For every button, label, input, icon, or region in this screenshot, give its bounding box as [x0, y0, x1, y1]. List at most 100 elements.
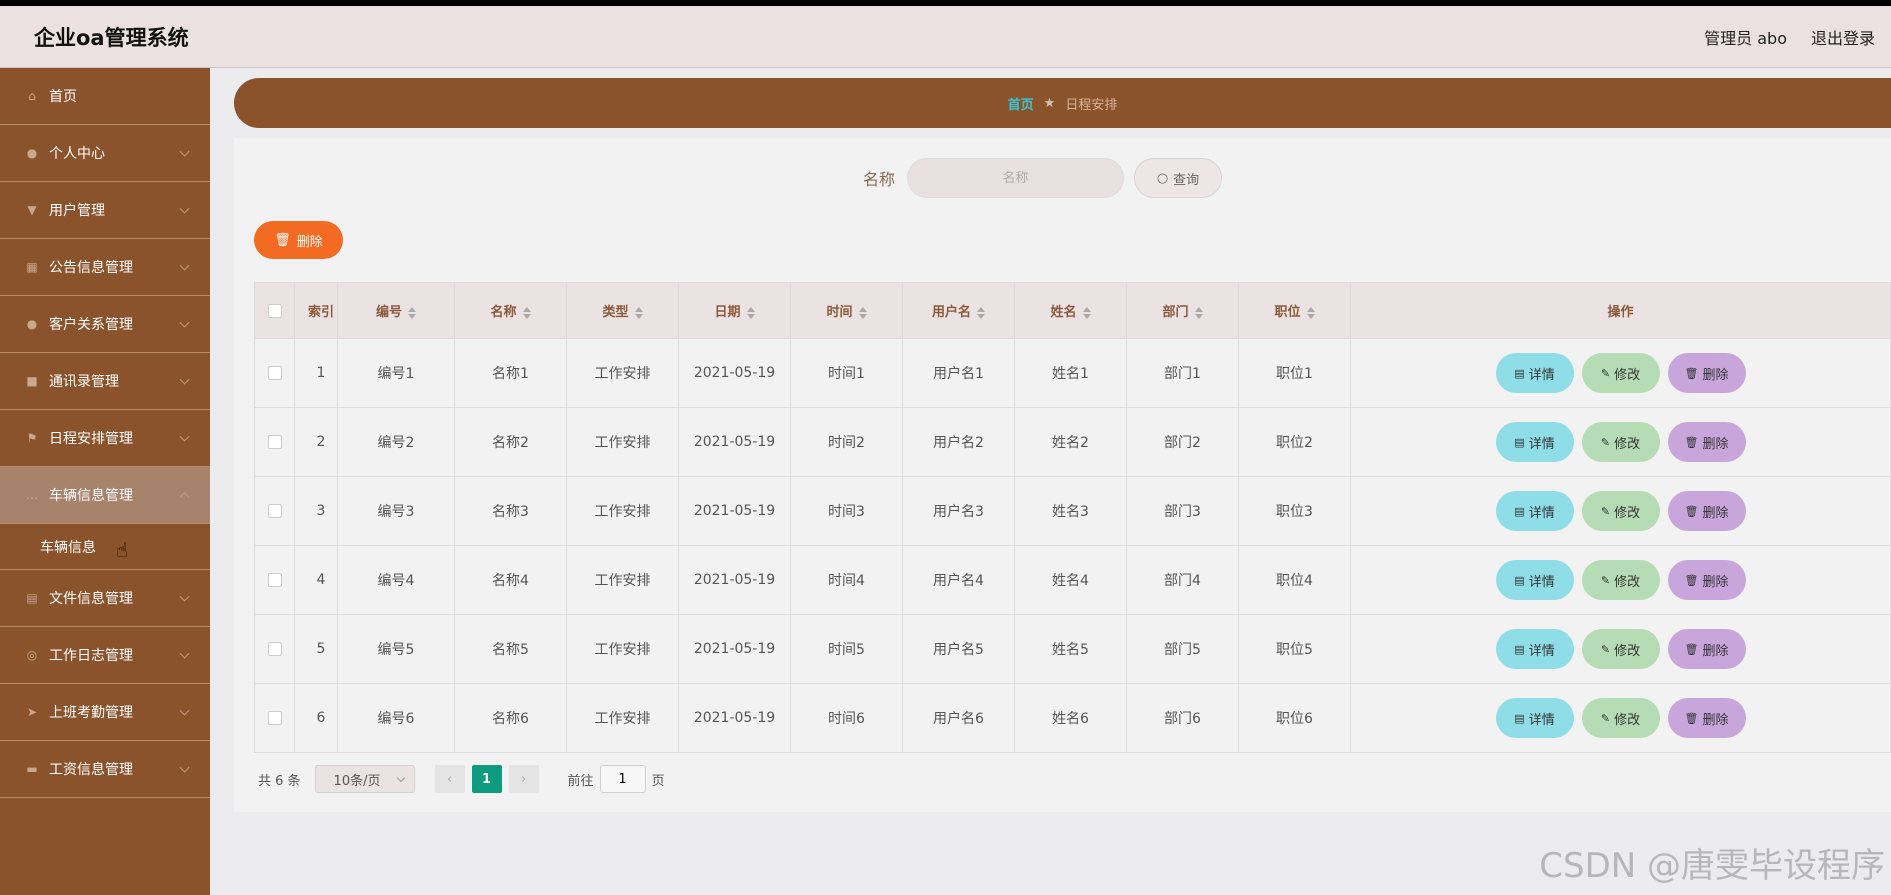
- detail-button[interactable]: ▤ 详情: [1495, 560, 1574, 600]
- trash-icon: 🗑: [1684, 573, 1699, 587]
- search-input[interactable]: [907, 158, 1124, 198]
- select-all-cell: [254, 282, 295, 339]
- col-date[interactable]: 日期: [678, 282, 791, 339]
- chevron-left-icon: ‹: [446, 771, 453, 787]
- sidebar-item-label: 文件信息管理: [49, 591, 133, 607]
- sort-icon[interactable]: [858, 306, 867, 319]
- delete-button[interactable]: 🗑 删除: [1667, 560, 1746, 600]
- table-cell: 编号2: [337, 407, 455, 477]
- row-checkbox[interactable]: [267, 711, 282, 725]
- sidebar-item-home[interactable]: ⌂ 首页: [0, 68, 210, 125]
- row-actions: ▤ 详情 ✎ 修改 🗑 删除: [1350, 683, 1891, 753]
- delete-button[interactable]: 🗑 删除: [1667, 422, 1746, 462]
- detail-label: 详情: [1528, 436, 1555, 452]
- chat-icon: …: [26, 488, 38, 502]
- detail-button[interactable]: ▤ 详情: [1495, 491, 1574, 531]
- sort-icon[interactable]: [1082, 306, 1091, 319]
- table-cell: 时间6: [790, 683, 903, 753]
- bulk-delete-label: 删除: [296, 234, 323, 250]
- sidebar-item-worklog[interactable]: ◎ 工作日志管理: [0, 627, 210, 684]
- sidebar-item-schedule[interactable]: ⚑ 日程安排管理: [0, 410, 210, 467]
- prev-page-button[interactable]: ‹: [434, 765, 465, 793]
- bulk-delete-button[interactable]: 🗑 删除: [254, 221, 343, 259]
- table-cell: 姓名6: [1014, 683, 1127, 753]
- row-checkbox[interactable]: [267, 504, 282, 518]
- col-code[interactable]: 编号: [337, 282, 455, 339]
- document-icon: ▤: [1514, 435, 1525, 449]
- edit-button[interactable]: ✎ 修改: [1581, 629, 1660, 669]
- submenu-vehicle-info[interactable]: 车辆信息: [0, 524, 210, 570]
- table-cell: 名称3: [454, 476, 567, 546]
- sidebar-item-profile[interactable]: ● 个人中心: [0, 125, 210, 182]
- row-checkbox[interactable]: [267, 642, 282, 656]
- table-cell: 职位1: [1238, 338, 1351, 408]
- delete-button[interactable]: 🗑 删除: [1667, 491, 1746, 531]
- next-page-button[interactable]: ›: [508, 765, 539, 793]
- table-cell: 名称4: [454, 545, 567, 615]
- row-checkbox[interactable]: [267, 573, 282, 587]
- table-cell: 工作安排: [566, 614, 679, 684]
- app-title: 企业oa管理系统: [34, 25, 189, 50]
- pencil-icon: ✎: [1600, 711, 1611, 725]
- pagination-total: 共 6 条: [258, 773, 301, 789]
- row-checkbox[interactable]: [267, 435, 282, 449]
- delete-button[interactable]: 🗑 删除: [1667, 698, 1746, 738]
- row-checkbox[interactable]: [267, 366, 282, 380]
- delete-button[interactable]: 🗑 删除: [1667, 353, 1746, 393]
- sidebar-item-attendance[interactable]: ➤ 上班考勤管理: [0, 684, 210, 741]
- sort-icon[interactable]: [1194, 306, 1203, 319]
- pencil-icon: ✎: [1600, 642, 1611, 656]
- row-select-cell: [254, 407, 295, 477]
- detail-button[interactable]: ▤ 详情: [1495, 629, 1574, 669]
- main-panel: 名称 ○ 查询 🗑 删除 索引 编号 名称 类型 日期 时间 用户名 姓名 部门…: [234, 138, 1891, 812]
- pencil-icon: ✎: [1600, 435, 1611, 449]
- col-position[interactable]: 职位: [1238, 282, 1351, 339]
- sort-icon[interactable]: [977, 306, 985, 319]
- table-cell: 工作安排: [566, 407, 679, 477]
- detail-button[interactable]: ▤ 详情: [1495, 698, 1574, 738]
- col-type[interactable]: 类型: [566, 282, 679, 339]
- detail-button[interactable]: ▤ 详情: [1495, 353, 1574, 393]
- logout-link[interactable]: 退出登录: [1811, 25, 1875, 49]
- col-fullname[interactable]: 姓名: [1014, 282, 1127, 339]
- detail-button[interactable]: ▤ 详情: [1495, 422, 1574, 462]
- edit-button[interactable]: ✎ 修改: [1581, 422, 1660, 462]
- query-button[interactable]: ○ 查询: [1134, 158, 1222, 198]
- breadcrumb-home[interactable]: 首页: [1008, 94, 1034, 113]
- pencil-icon: ✎: [1600, 504, 1611, 518]
- sidebar-item-vehicles[interactable]: … 车辆信息管理: [0, 467, 210, 524]
- col-username[interactable]: 用户名: [902, 282, 1015, 339]
- col-time[interactable]: 时间: [790, 282, 903, 339]
- select-all-checkbox[interactable]: [267, 303, 282, 318]
- goto-page-input[interactable]: [599, 765, 646, 793]
- breadcrumb-current: 日程安排: [1065, 97, 1118, 113]
- table-cell: 1: [294, 338, 338, 408]
- delete-button[interactable]: 🗑 删除: [1667, 629, 1746, 669]
- watermark: CSDN @唐雯毕设程序: [1539, 846, 1885, 886]
- sidebar-item-users[interactable]: ▼ 用户管理: [0, 182, 210, 239]
- col-department[interactable]: 部门: [1126, 282, 1239, 339]
- table-cell: 职位3: [1238, 476, 1351, 546]
- sort-icon[interactable]: [746, 306, 755, 319]
- edit-button[interactable]: ✎ 修改: [1581, 698, 1660, 738]
- row-actions: ▤ 详情 ✎ 修改 🗑 删除: [1350, 614, 1891, 684]
- edit-button[interactable]: ✎ 修改: [1581, 491, 1660, 531]
- chevron-down-icon: [179, 591, 190, 602]
- sidebar-item-contacts[interactable]: ■ 通讯录管理: [0, 353, 210, 410]
- sidebar-item-customers[interactable]: ● 客户关系管理: [0, 296, 210, 353]
- edit-button[interactable]: ✎ 修改: [1581, 560, 1660, 600]
- sidebar-item-notices[interactable]: ▦ 公告信息管理: [0, 239, 210, 296]
- sidebar-item-files[interactable]: ▤ 文件信息管理: [0, 570, 210, 627]
- sidebar-item-salary[interactable]: ▬ 工资信息管理: [0, 741, 210, 798]
- chevron-up-icon: [179, 492, 190, 503]
- sort-icon[interactable]: [408, 306, 416, 319]
- col-name[interactable]: 名称: [454, 282, 567, 339]
- sort-icon[interactable]: [522, 306, 531, 319]
- edit-button[interactable]: ✎ 修改: [1581, 353, 1660, 393]
- sort-icon[interactable]: [1306, 306, 1315, 319]
- page-size-select[interactable]: 10条/页: [314, 765, 415, 793]
- page-button-current[interactable]: 1: [471, 765, 502, 793]
- sort-icon[interactable]: [634, 306, 643, 319]
- table-cell: 工作安排: [566, 338, 679, 408]
- table-cell: 编号4: [337, 545, 455, 615]
